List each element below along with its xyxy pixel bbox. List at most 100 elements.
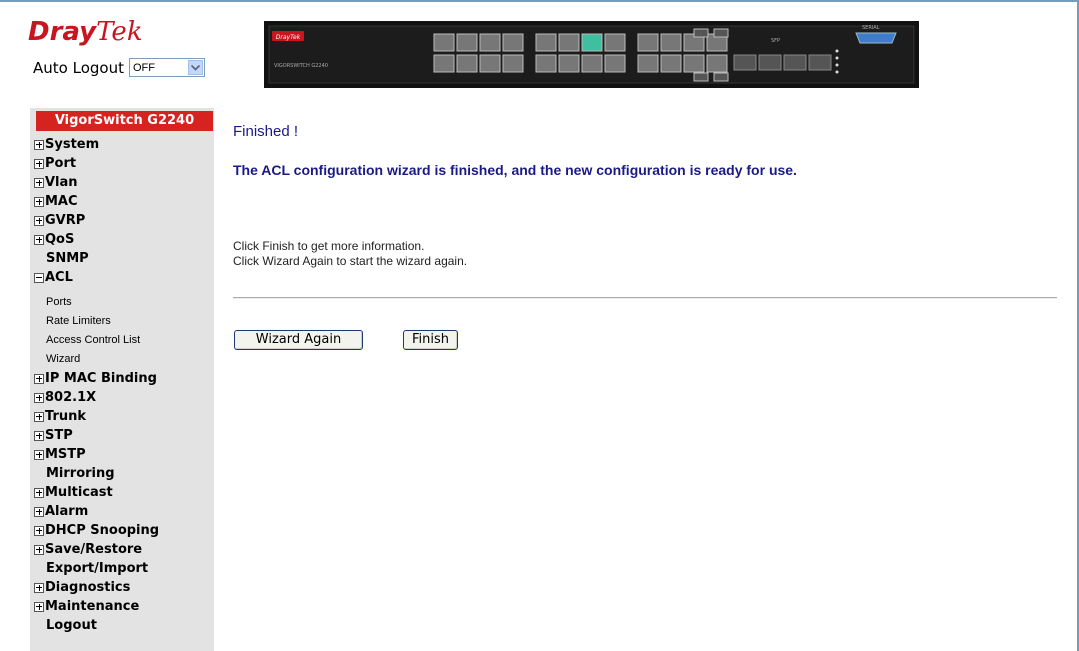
sidebar-item-maintenance[interactable]: Maintenance	[34, 599, 139, 614]
sidebar-subitem-wizard[interactable]: Wizard	[46, 353, 80, 365]
ethernet-port	[683, 54, 705, 73]
sidebar-item-label: System	[45, 137, 100, 152]
expand-plus-icon[interactable]	[34, 449, 44, 460]
sidebar-subitem-ports[interactable]: Ports	[46, 296, 72, 308]
sidebar-subitem-access-control-list[interactable]: Access Control List	[46, 334, 140, 346]
info-line-finish: Click Finish to get more information.	[233, 239, 425, 253]
expand-plus-icon[interactable]	[34, 544, 44, 555]
page-heading: Finished !	[233, 123, 299, 140]
sidebar-item-multicast[interactable]: Multicast	[34, 485, 113, 500]
expand-plus-icon[interactable]	[34, 582, 44, 593]
sidebar-item-label: Diagnostics	[45, 580, 131, 595]
wizard-again-button[interactable]: Wizard Again	[234, 330, 363, 350]
ethernet-port	[535, 33, 557, 52]
sidebar-item-label: MAC	[45, 194, 78, 209]
sidebar-subitem-rate-limiters[interactable]: Rate Limiters	[46, 315, 111, 327]
ethernet-port	[479, 54, 501, 73]
sidebar-item-label: QoS	[45, 232, 75, 247]
combo-port	[693, 72, 709, 82]
ethernet-port	[558, 54, 580, 73]
sidebar-item-acl[interactable]: ACL	[34, 270, 73, 285]
expand-plus-icon[interactable]	[34, 601, 44, 612]
expand-plus-icon[interactable]	[34, 487, 44, 498]
ethernet-port	[456, 54, 478, 73]
expand-plus-icon[interactable]	[34, 196, 44, 207]
sidebar-item-save-restore[interactable]: Save/Restore	[34, 542, 142, 557]
expand-plus-icon[interactable]	[34, 373, 44, 384]
auto-logout-select[interactable]: OFF	[128, 58, 205, 77]
expand-plus-icon[interactable]	[34, 158, 44, 169]
ethernet-port	[456, 33, 478, 52]
sidebar-item-label: ACL	[45, 270, 73, 285]
ethernet-port	[637, 33, 659, 52]
ethernet-port	[502, 54, 524, 73]
chevron-down-icon[interactable]	[187, 60, 203, 75]
panel-sfp-text: SFP	[771, 38, 780, 44]
ethernet-port	[535, 54, 557, 73]
sidebar-item-label: Port	[45, 156, 77, 171]
sidebar-item-label: Trunk	[45, 409, 87, 424]
sidebar-item-label: Save/Restore	[45, 542, 143, 557]
ethernet-port	[604, 54, 626, 73]
sidebar-item-ip-mac-binding[interactable]: IP MAC Binding	[34, 371, 157, 386]
sidebar-item-dhcp-snooping[interactable]: DHCP Snooping	[34, 523, 159, 538]
collapse-minus-icon[interactable]	[34, 272, 44, 283]
sidebar-item-mstp[interactable]: MSTP	[34, 447, 86, 462]
sidebar-item-system[interactable]: System	[34, 137, 99, 152]
ethernet-port	[660, 33, 682, 52]
info-line-wizard-again: Click Wizard Again to start the wizard a…	[233, 254, 468, 268]
logo-bold-text: Dray	[28, 17, 97, 47]
panel-model-text: VIGORSWITCH G2240	[274, 63, 328, 69]
ethernet-port	[581, 33, 603, 52]
ethernet-port	[433, 54, 455, 73]
expand-plus-icon[interactable]	[34, 506, 44, 517]
switch-front-panel-image: DrayTek VIGORSWITCH G2240 SFP SERIAL	[264, 21, 919, 88]
sidebar-item-mac[interactable]: MAC	[34, 194, 78, 209]
sidebar-item-label: MSTP	[45, 447, 86, 462]
ethernet-port	[502, 33, 524, 52]
serial-port-icon	[855, 32, 897, 44]
ethernet-port	[660, 54, 682, 73]
sidebar-item-gvrp[interactable]: GVRP	[34, 213, 85, 228]
sidebar-item-stp[interactable]: STP	[34, 428, 73, 443]
expand-plus-icon[interactable]	[34, 525, 44, 536]
sidebar-item-label: Maintenance	[45, 599, 140, 614]
sidebar-item-vlan[interactable]: Vlan	[34, 175, 78, 190]
sidebar-item-label: Vlan	[45, 175, 78, 190]
sidebar-item-label: IP MAC Binding	[45, 371, 157, 386]
sidebar-item-label: DHCP Snooping	[45, 523, 160, 538]
ethernet-port	[433, 33, 455, 52]
panel-brand-text: DrayTek	[276, 34, 301, 41]
sidebar-item-label: Multicast	[45, 485, 113, 500]
sidebar-item-label: 802.1X	[45, 390, 97, 405]
ethernet-port	[637, 54, 659, 73]
expand-plus-icon[interactable]	[34, 177, 44, 188]
divider	[233, 297, 1057, 299]
sidebar-item-alarm[interactable]: Alarm	[34, 504, 88, 519]
combo-port	[713, 72, 729, 82]
combo-port	[713, 28, 729, 38]
panel-serial-text: SERIAL	[862, 25, 880, 31]
expand-plus-icon[interactable]	[34, 234, 44, 245]
sidebar-item-mirroring[interactable]: Mirroring	[34, 466, 115, 481]
sidebar-title[interactable]: VigorSwitch G2240	[36, 111, 213, 131]
sidebar-item-snmp[interactable]: SNMP	[34, 251, 89, 266]
window-top-border	[0, 0, 1079, 2]
sidebar-item-qos[interactable]: QoS	[34, 232, 74, 247]
expand-plus-icon[interactable]	[34, 215, 44, 226]
expand-plus-icon[interactable]	[34, 430, 44, 441]
combo-port	[693, 28, 709, 38]
sidebar-item-label: Export/Import	[46, 561, 149, 576]
sidebar-item-trunk[interactable]: Trunk	[34, 409, 86, 424]
sidebar-item-802-1x[interactable]: 802.1X	[34, 390, 96, 405]
sidebar-item-logout[interactable]: Logout	[34, 618, 97, 633]
logo-italic-text: Tek	[96, 17, 143, 47]
expand-plus-icon[interactable]	[34, 139, 44, 150]
ethernet-port	[604, 33, 626, 52]
sidebar-item-port[interactable]: Port	[34, 156, 76, 171]
sidebar-item-diagnostics[interactable]: Diagnostics	[34, 580, 130, 595]
expand-plus-icon[interactable]	[34, 392, 44, 403]
expand-plus-icon[interactable]	[34, 411, 44, 422]
finish-button[interactable]: Finish	[403, 330, 458, 350]
sidebar-item-export-import[interactable]: Export/Import	[34, 561, 148, 576]
